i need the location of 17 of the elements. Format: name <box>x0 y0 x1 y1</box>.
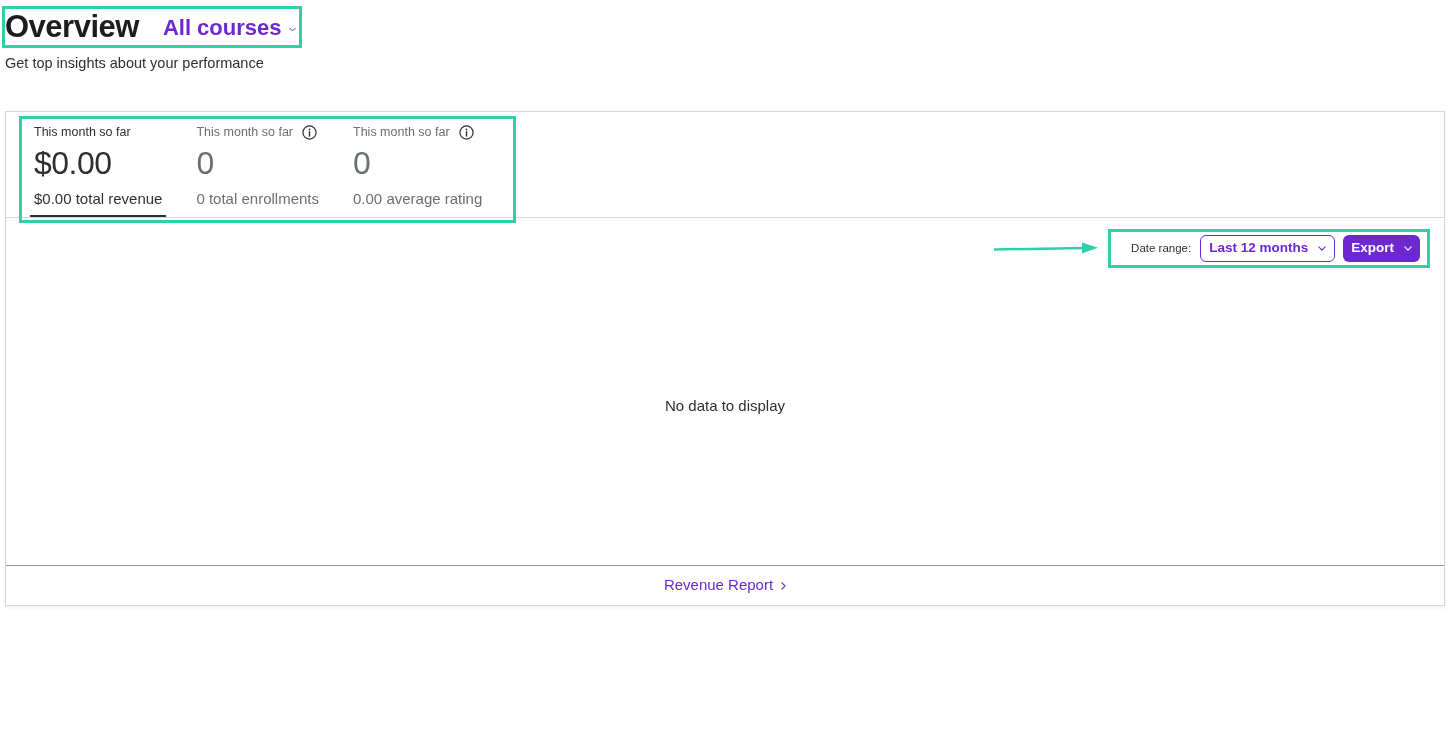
revenue-report-link[interactable]: Revenue Report <box>663 574 787 597</box>
chevron-down-icon <box>1404 246 1412 251</box>
chevron-down-icon <box>1318 246 1327 251</box>
chevron-right-icon <box>781 581 787 590</box>
metric-tab[interactable]: This month so far 0 0 total enrollments <box>192 124 323 217</box>
metric-tab[interactable]: This month so far 0 0.00 average rating <box>349 124 487 217</box>
date-range-dropdown[interactable]: Last 12 months <box>1200 235 1336 262</box>
page-subtitle: Get top insights about your performance <box>5 54 264 73</box>
info-icon[interactable] <box>458 124 474 140</box>
chevron-down-icon <box>289 26 297 32</box>
empty-chart-message: No data to display <box>664 396 786 417</box>
course-filter-dropdown[interactable]: All courses <box>162 12 297 42</box>
metric-tab[interactable]: This month so far $0.00 $0.00 total revenue <box>30 124 167 217</box>
date-range-label: Date range: <box>1131 240 1192 256</box>
info-icon[interactable] <box>302 124 317 140</box>
export-button[interactable]: Export <box>1343 235 1420 262</box>
page-title: Overview <box>5 9 139 45</box>
